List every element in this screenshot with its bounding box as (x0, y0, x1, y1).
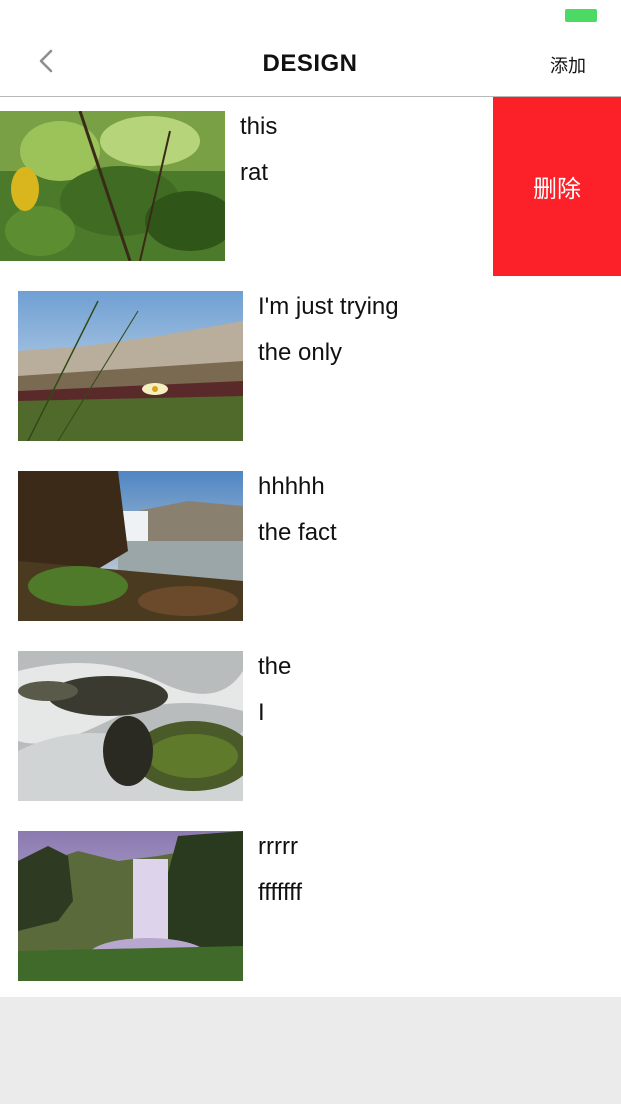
chevron-left-icon (39, 49, 53, 73)
list-item[interactable]: rrrrr fffffff (0, 817, 621, 997)
item-title: hhhhh (258, 473, 325, 500)
purple-waterfall-photo (18, 831, 243, 981)
status-bar (0, 0, 621, 34)
delete-button[interactable]: 删除 (493, 97, 621, 276)
item-subtitle: the fact (258, 519, 337, 546)
item-subtitle: I (258, 699, 265, 726)
list-item[interactable]: the I (0, 637, 621, 817)
list-item-content[interactable]: I'm just trying the only (0, 277, 621, 457)
list-item-content[interactable]: rrrrr fffffff (0, 817, 621, 997)
item-title: this (240, 113, 278, 140)
battery-icon (565, 9, 597, 22)
list-item-content[interactable]: the I (0, 637, 621, 817)
page-title: DESIGN (262, 50, 358, 77)
item-subtitle: the only (258, 339, 343, 366)
item-title: I'm just trying (258, 293, 399, 320)
river-rocks-long-exposure-photo (18, 651, 243, 801)
navigation-bar: DESIGN 添加 (0, 34, 621, 97)
item-subtitle: fffffff (258, 879, 303, 906)
dune-grass-flower-photo (18, 291, 243, 441)
list-item[interactable]: hhhhh the fact (0, 457, 621, 637)
item-subtitle: rat (240, 159, 269, 186)
list-item[interactable]: this rat 删除 (0, 97, 621, 277)
list-item-content[interactable]: hhhhh the fact (0, 457, 621, 637)
add-button[interactable]: 添加 (540, 52, 596, 78)
waterfall-cliff-photo (18, 471, 243, 621)
photo-list: this rat 删除 I'm just trying the only hhh… (0, 97, 621, 997)
item-title: rrrrr (258, 833, 298, 860)
item-title: the (258, 653, 292, 680)
back-button[interactable] (30, 46, 64, 80)
list-item[interactable]: I'm just trying the only (0, 277, 621, 457)
lemon-tree-photo (0, 111, 225, 261)
